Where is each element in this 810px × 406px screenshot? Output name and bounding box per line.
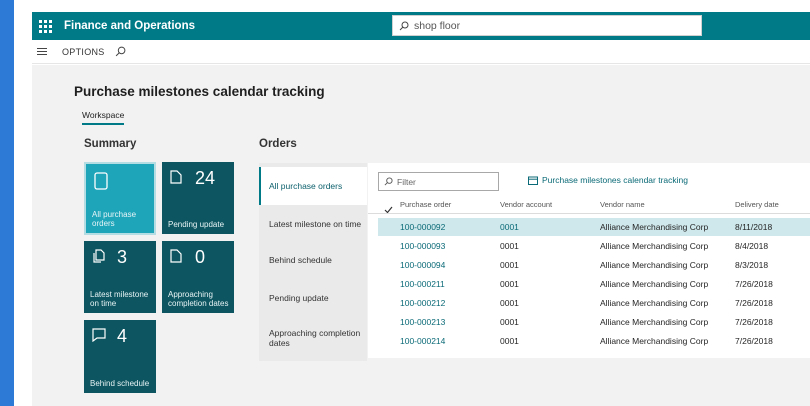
summary-heading: Summary — [84, 138, 137, 150]
table-row[interactable]: 100-000212 0001 Alliance Merchandising C… — [378, 294, 810, 312]
cell-purchase-order[interactable]: 100-000211 — [400, 279, 445, 289]
tile-behind-schedule[interactable]: 4 Behind schedule — [84, 320, 156, 393]
table-row[interactable]: 100-000094 0001 Alliance Merchandising C… — [378, 256, 810, 274]
global-search-input[interactable]: shop floor — [392, 15, 702, 36]
calendar-tracking-label: Purchase milestones calendar tracking — [542, 175, 688, 185]
column-header-delivery-date[interactable]: Delivery date — [735, 200, 779, 209]
cell-vendor-name: Alliance Merchandising Corp — [600, 222, 709, 232]
cell-delivery-date: 8/3/2018 — [735, 260, 769, 270]
tile-pending-update[interactable]: 24 Pending update — [162, 162, 234, 234]
orders-nav-approaching-completion-dates[interactable]: Approaching completion dates — [259, 319, 367, 357]
cell-vendor-account: 0001 — [500, 279, 519, 289]
cell-delivery-date: 7/26/2018 — [735, 336, 773, 346]
cell-purchase-order[interactable]: 100-000093 — [400, 241, 445, 251]
select-all-check-icon[interactable] — [384, 201, 393, 219]
page-icon — [170, 249, 182, 268]
options-button[interactable]: OPTIONS — [62, 47, 105, 57]
document-icon — [94, 172, 108, 195]
orders-nav-all-purchase-orders[interactable]: All purchase orders — [259, 167, 367, 205]
orders-nav-latest-milestone-on-time[interactable]: Latest milestone on time — [259, 205, 367, 243]
tile-count: 3 — [117, 247, 128, 267]
page-title: Purchase milestones calendar tracking — [74, 84, 325, 99]
cell-delivery-date: 7/26/2018 — [735, 317, 773, 327]
global-search-value: shop floor — [414, 19, 461, 32]
cell-purchase-order[interactable]: 100-000092 — [400, 222, 445, 232]
tile-count: 4 — [117, 326, 128, 346]
top-nav-bar: Finance and Operations shop floor — [32, 12, 810, 40]
cell-vendor-account: 0001 — [500, 260, 519, 270]
filter-placeholder: Filter — [397, 176, 416, 187]
tile-label: Pending update — [168, 220, 225, 229]
comment-icon — [92, 328, 106, 347]
table-row[interactable]: 100-000214 0001 Alliance Merchandising C… — [378, 332, 810, 350]
tile-label: All purchase orders — [92, 210, 137, 228]
tab-workspace[interactable]: Workspace — [82, 110, 125, 125]
tile-count: 0 — [195, 247, 206, 267]
tile-label: Behind schedule — [90, 379, 150, 388]
column-header-vendor-name[interactable]: Vendor name — [600, 200, 645, 209]
tile-label: Latest milestone on time — [90, 290, 149, 308]
tile-count: 24 — [195, 168, 216, 188]
cell-delivery-date: 8/4/2018 — [735, 241, 769, 251]
cell-vendor-name: Alliance Merchandising Corp — [600, 317, 709, 327]
copy-icon — [92, 249, 106, 268]
app-launcher-icon[interactable] — [32, 12, 58, 40]
left-gutter — [14, 0, 32, 406]
filter-input[interactable]: Filter — [378, 172, 499, 191]
left-edge-strip — [0, 0, 14, 406]
orders-heading: Orders — [259, 138, 297, 150]
cell-purchase-order[interactable]: 100-000212 — [400, 298, 445, 308]
cell-vendor-account: 0001 — [500, 241, 519, 251]
table-row[interactable]: 100-000211 0001 Alliance Merchandising C… — [378, 275, 810, 293]
cell-vendor-name: Alliance Merchandising Corp — [600, 298, 709, 308]
cell-vendor-account[interactable]: 0001 — [500, 222, 519, 232]
app-title[interactable]: Finance and Operations — [64, 20, 195, 32]
cell-vendor-account: 0001 — [500, 317, 519, 327]
cell-vendor-name: Alliance Merchandising Corp — [600, 336, 709, 346]
cell-purchase-order[interactable]: 100-000213 — [400, 317, 445, 327]
search-icon — [384, 177, 393, 186]
command-bar: OPTIONS — [32, 40, 810, 64]
search-icon[interactable] — [115, 46, 126, 57]
cell-vendor-name: Alliance Merchandising Corp — [600, 260, 709, 270]
cell-vendor-account: 0001 — [500, 298, 519, 308]
cell-vendor-name: Alliance Merchandising Corp — [600, 279, 709, 289]
calendar-icon — [528, 176, 538, 185]
cell-delivery-date: 7/26/2018 — [735, 279, 773, 289]
cell-delivery-date: 7/26/2018 — [735, 298, 773, 308]
cell-delivery-date: 8/11/2018 — [735, 222, 773, 232]
calendar-tracking-link[interactable]: Purchase milestones calendar tracking — [528, 175, 688, 185]
hamburger-menu-icon[interactable] — [32, 47, 52, 56]
tile-approaching-completion-dates[interactable]: 0 Approaching completion dates — [162, 241, 234, 313]
cell-purchase-order[interactable]: 100-000214 — [400, 336, 445, 346]
page-icon — [170, 170, 182, 189]
search-icon — [399, 21, 409, 30]
column-header-vendor-account[interactable]: Vendor account — [500, 200, 552, 209]
orders-nav-behind-schedule[interactable]: Behind schedule — [259, 241, 367, 279]
cell-vendor-name: Alliance Merchandising Corp — [600, 241, 709, 251]
cell-purchase-order[interactable]: 100-000094 — [400, 260, 445, 270]
orders-nav: All purchase orders Latest milestone on … — [259, 163, 367, 361]
cell-vendor-account: 0001 — [500, 336, 519, 346]
header-divider — [368, 213, 810, 214]
table-row[interactable]: 100-000213 0001 Alliance Merchandising C… — [378, 313, 810, 331]
column-header-purchase-order[interactable]: Purchase order — [400, 200, 451, 209]
tile-latest-milestone-on-time[interactable]: 3 Latest milestone on time — [84, 241, 156, 313]
tile-all-purchase-orders[interactable]: All purchase orders — [84, 162, 156, 235]
table-row[interactable]: 100-000092 0001 Alliance Merchandising C… — [378, 218, 810, 236]
tile-label: Approaching completion dates — [168, 290, 229, 308]
table-row[interactable]: 100-000093 0001 Alliance Merchandising C… — [378, 237, 810, 255]
orders-nav-pending-update[interactable]: Pending update — [259, 279, 367, 317]
